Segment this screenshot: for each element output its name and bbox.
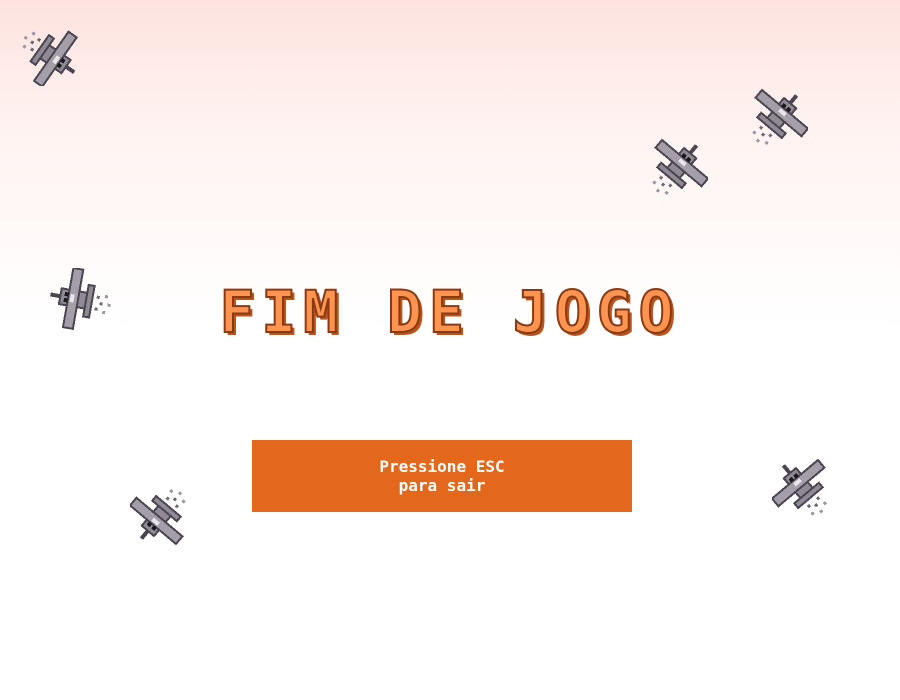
enemy-plane-icon — [744, 88, 808, 152]
enemy-plane-icon — [16, 22, 80, 86]
enemy-plane-icon — [772, 458, 836, 522]
game-over-screen: FIM DE JOGO Pressione ESC para sair — [0, 0, 900, 700]
enemy-plane-icon — [130, 482, 194, 546]
exit-instruction-panel: Pressione ESC para sair — [252, 440, 632, 512]
enemy-plane-icon — [644, 138, 708, 202]
game-over-title: FIM DE JOGO — [218, 277, 681, 347]
